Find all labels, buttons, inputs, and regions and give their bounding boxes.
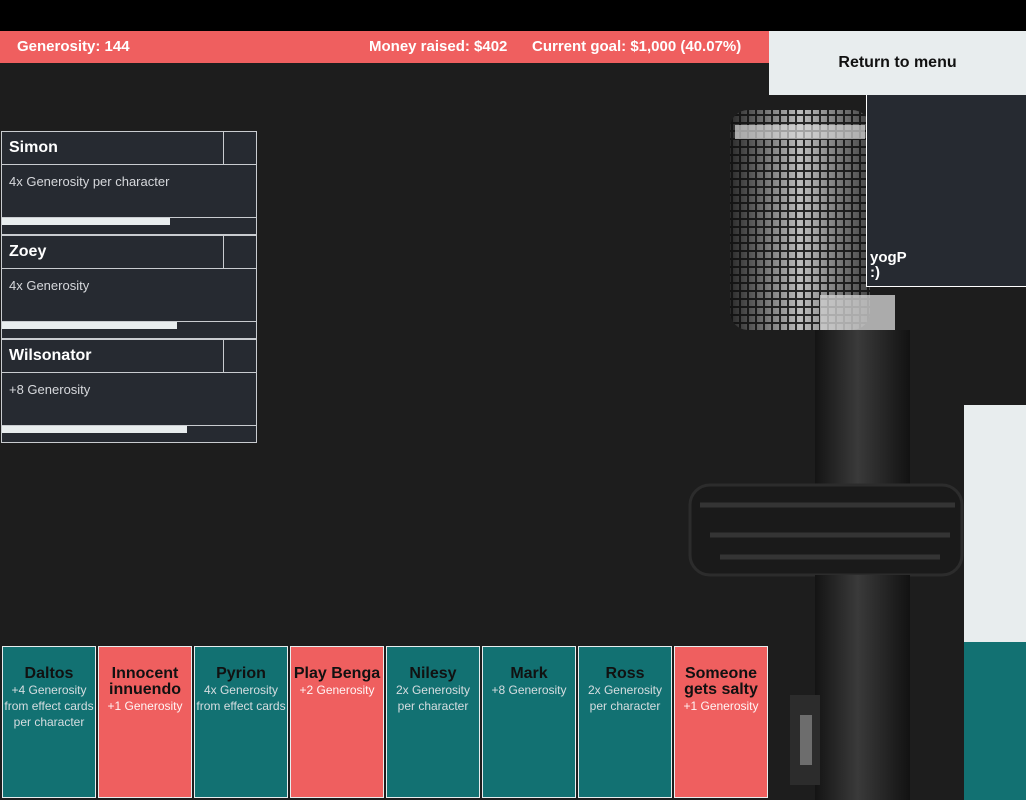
character-name: Wilsonator (2, 340, 224, 373)
player-name-label: yogP :) (870, 250, 907, 280)
money-raised-counter: Money raised: $402 (369, 38, 508, 55)
card-pyrion[interactable]: Pyrion 4x Generosity from effect cards (194, 646, 288, 798)
return-to-menu-button[interactable]: Return to menu (769, 31, 1026, 95)
card-ross[interactable]: Ross 2x Generosity per character (578, 646, 672, 798)
card-text: 2x Generosity per character (587, 683, 663, 713)
top-letterbox (0, 0, 1026, 31)
card-daltos[interactable]: Daltos +4 Generosity from effect cards p… (2, 646, 96, 798)
card-title: Play Benga (293, 665, 381, 682)
card-text: +2 Generosity (299, 683, 375, 697)
card-title: Someone gets salty (684, 665, 758, 698)
divider (224, 268, 256, 269)
card-nilesy[interactable]: Nilesy 2x Generosity per character (386, 646, 480, 798)
goal-progress-meter (964, 405, 1026, 800)
card-innocent-innuendo[interactable]: Innocent innuendo +1 Generosity (98, 646, 192, 798)
character-progress-fill (2, 218, 170, 225)
character-progress-bar (2, 217, 256, 225)
card-title: Innocent innuendo (109, 665, 181, 698)
generosity-counter: Generosity: 144 (17, 38, 130, 55)
card-text: +8 Generosity (491, 683, 567, 697)
card-title: Nilesy (409, 665, 457, 682)
character-effect: 4x Generosity per character (9, 174, 170, 189)
character-progress-bar (2, 425, 256, 433)
card-text: +4 Generosity from effect cards per char… (4, 683, 94, 729)
card-title: Daltos (24, 665, 74, 682)
character-name: Zoey (2, 236, 224, 269)
character-effect: 4x Generosity (9, 278, 90, 293)
divider (224, 372, 256, 373)
divider (224, 164, 256, 165)
goal-progress-fill (964, 641, 1026, 800)
character-card-simon[interactable]: Simon 4x Generosity per character (1, 131, 257, 235)
player-panel: yogP :) (866, 95, 1026, 287)
character-card-zoey[interactable]: Zoey 4x Generosity (1, 235, 257, 339)
card-title: Ross (605, 665, 645, 682)
card-text: 4x Generosity from effect cards (196, 683, 286, 713)
current-goal-counter: Current goal: $1,000 (40.07%) (532, 38, 742, 55)
card-text: +1 Generosity (683, 699, 759, 713)
character-progress-fill (2, 426, 188, 433)
character-progress-fill (2, 322, 178, 329)
character-effect: +8 Generosity (9, 382, 91, 397)
card-title: Pyrion (216, 665, 266, 682)
player-status: :) (870, 264, 880, 281)
character-card-wilsonator[interactable]: Wilsonator +8 Generosity (1, 339, 257, 443)
card-text: 2x Generosity per character (395, 683, 471, 713)
character-name: Simon (2, 132, 224, 165)
card-mark[interactable]: Mark +8 Generosity (482, 646, 576, 798)
card-text: +1 Generosity (107, 699, 183, 713)
character-progress-bar (2, 321, 256, 329)
card-title: Mark (510, 665, 548, 682)
card-play-benga[interactable]: Play Benga +2 Generosity (290, 646, 384, 798)
card-someone-gets-salty[interactable]: Someone gets salty +1 Generosity (674, 646, 768, 798)
status-bar: Generosity: 144 Money raised: $402 Curre… (0, 31, 769, 63)
